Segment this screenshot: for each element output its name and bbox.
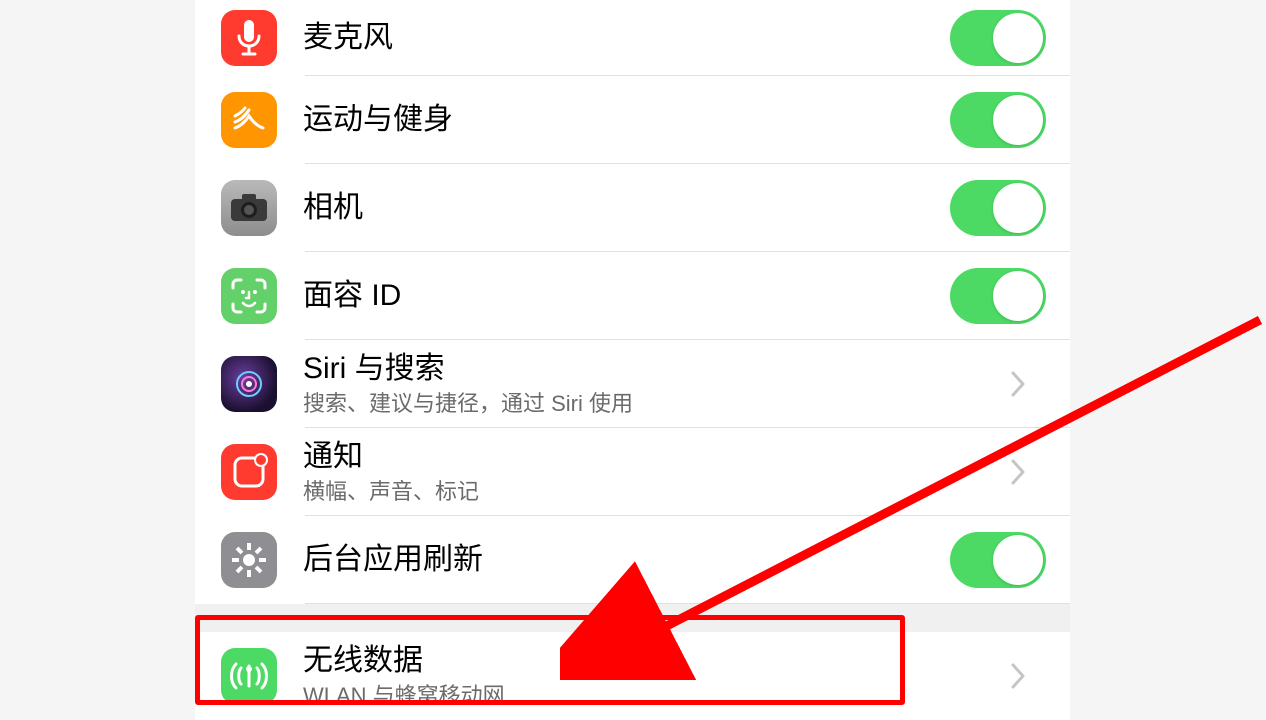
chevron-right-icon [1010,458,1050,486]
row-title: 后台应用刷新 [303,542,950,578]
row-text: 后台应用刷新 [303,542,950,578]
microphone-icon [221,10,277,66]
row-title: 面容 ID [303,278,950,314]
section-separator [195,604,1070,632]
row-subtitle: 横幅、声音、标记 [303,479,1010,505]
chevron-right-icon [1010,370,1050,398]
siri-icon [221,356,277,412]
row-wireless-data[interactable]: 无线数据 WLAN 与蜂窝移动网 [195,632,1070,720]
row-text: 运动与健身 [303,102,950,138]
camera-toggle[interactable] [950,180,1046,236]
faceid-toggle[interactable] [950,268,1046,324]
row-subtitle: 搜索、建议与捷径，通过 Siri 使用 [303,391,1010,417]
row-background-refresh[interactable]: 后台应用刷新 [195,516,1070,604]
fitness-toggle[interactable] [950,92,1046,148]
row-title: 通知 [303,439,1010,475]
row-siri[interactable]: Siri 与搜索 搜索、建议与捷径，通过 Siri 使用 [195,340,1070,428]
camera-icon [221,180,277,236]
row-microphone[interactable]: 麦克风 [195,0,1070,76]
row-fitness[interactable]: 运动与健身 [195,76,1070,164]
row-text: 通知 横幅、声音、标记 [303,439,1010,505]
row-title: 无线数据 [303,643,1010,679]
chevron-right-icon [1010,662,1050,690]
row-camera[interactable]: 相机 [195,164,1070,252]
microphone-toggle[interactable] [950,10,1046,66]
fitness-icon [221,92,277,148]
notifications-icon [221,444,277,500]
row-notifications[interactable]: 通知 横幅、声音、标记 [195,428,1070,516]
row-title: Siri 与搜索 [303,351,1010,387]
row-title: 相机 [303,190,950,226]
settings-list: 麦克风 运动与健身 相机 面容 ID [195,0,1070,720]
row-title: 麦克风 [303,20,950,56]
row-text: 麦克风 [303,20,950,56]
row-text: Siri 与搜索 搜索、建议与捷径，通过 Siri 使用 [303,351,1010,417]
row-text: 面容 ID [303,278,950,314]
row-text: 相机 [303,190,950,226]
gear-icon [221,532,277,588]
faceid-icon [221,268,277,324]
background-refresh-toggle[interactable] [950,532,1046,588]
row-title: 运动与健身 [303,102,950,138]
row-faceid[interactable]: 面容 ID [195,252,1070,340]
row-text: 无线数据 WLAN 与蜂窝移动网 [303,643,1010,709]
